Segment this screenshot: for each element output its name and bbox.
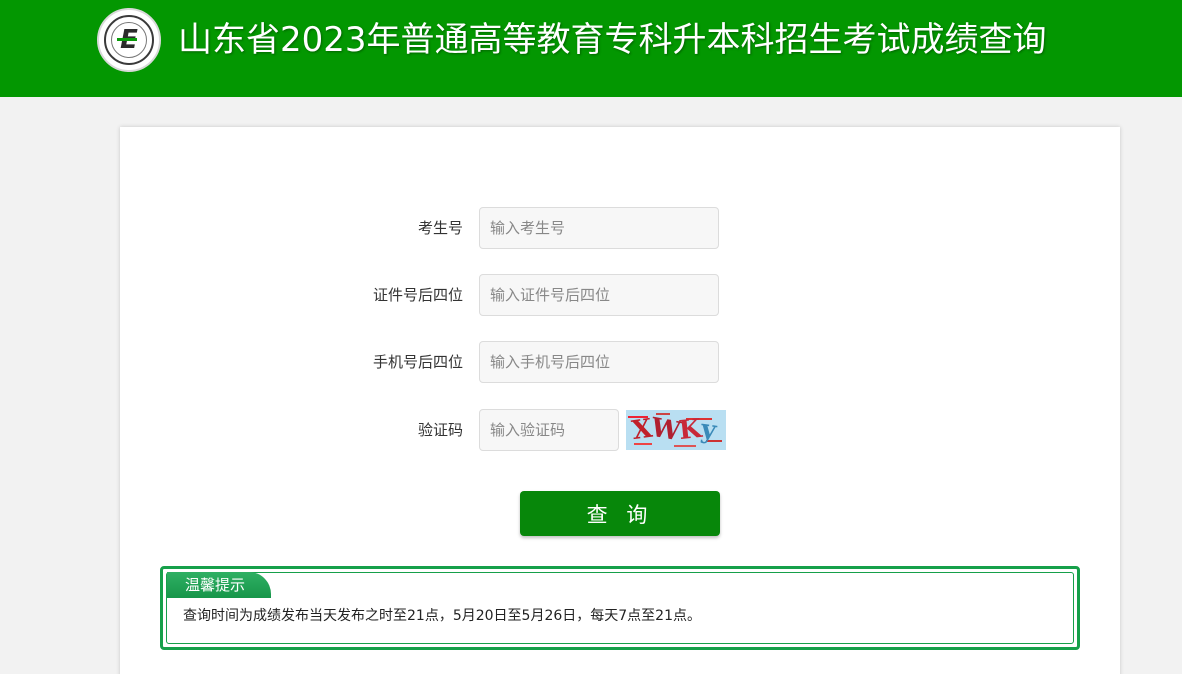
exam-number-label: 考生号 — [417, 219, 463, 237]
id-last4-label: 证件号后四位 — [372, 286, 463, 304]
form-row-exam-number: 考生号 — [120, 207, 1120, 249]
tips-title: 温馨提示 — [167, 572, 271, 598]
captcha-image[interactable]: XWKy2 — [626, 410, 726, 450]
exam-number-input[interactable] — [479, 207, 719, 249]
id-last4-input[interactable] — [479, 274, 719, 316]
logo-accent — [117, 38, 137, 41]
query-panel: 考生号 证件号后四位 手机号后四位 验证码 XWKy2 查 询 温馨提示 查询时… — [120, 127, 1120, 674]
query-button[interactable]: 查 询 — [520, 491, 720, 536]
form-row-id-last4: 证件号后四位 — [120, 274, 1120, 316]
tips-text: 查询时间为成绩发布当天发布之时至21点，5月20日至5月26日，每天7点至21点… — [183, 608, 701, 624]
tips-box: 温馨提示 查询时间为成绩发布当天发布之时至21点，5月20日至5月26日，每天7… — [160, 566, 1080, 650]
phone-last4-label: 手机号后四位 — [372, 353, 463, 371]
captcha-char: y — [698, 414, 718, 446]
form-row-captcha: 验证码 XWKy2 — [120, 409, 1120, 451]
exam-authority-logo-icon: E — [97, 8, 161, 72]
captcha-label: 验证码 — [417, 421, 463, 439]
page-header: E 山东省2023年普通高等教育专科升本科招生考试成绩查询 — [0, 0, 1182, 97]
captcha-text: XWKy2 — [626, 412, 726, 448]
form-row-phone-last4: 手机号后四位 — [120, 341, 1120, 383]
page-title: 山东省2023年普通高等教育专科升本科招生考试成绩查询 — [178, 20, 1047, 60]
phone-last4-input[interactable] — [479, 341, 719, 383]
captcha-input[interactable] — [479, 409, 619, 451]
